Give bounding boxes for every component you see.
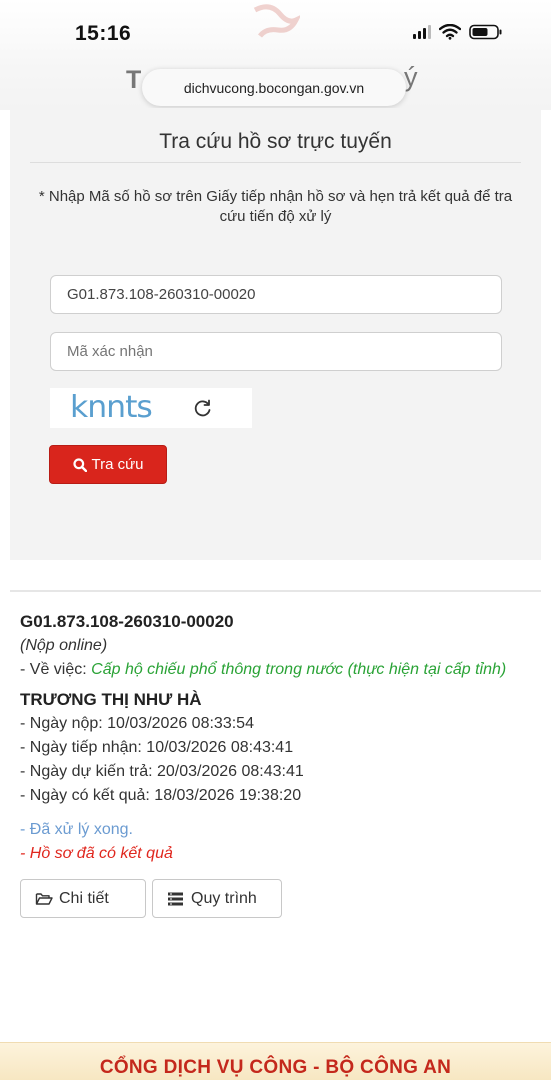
search-button[interactable]: Tra cứu	[49, 445, 167, 484]
date-line: - Ngày dự kiến trả: 20/03/2026 08:43:41	[20, 763, 304, 780]
folder-open-icon	[35, 892, 53, 905]
battery-icon	[469, 24, 502, 40]
status-icons	[413, 24, 503, 40]
wifi-icon	[439, 24, 461, 40]
status-time: 15:16	[75, 22, 132, 45]
background-page-title-fragment: T	[126, 66, 142, 94]
url-bar[interactable]: dichvucong.bocongan.gov.vn	[142, 69, 406, 106]
section-divider	[10, 590, 541, 592]
divider	[30, 162, 521, 163]
captcha-input[interactable]	[50, 332, 502, 371]
subject-line: - Về việc: Cấp hộ chiếu phổ thông trong …	[20, 658, 540, 682]
page: 15:16 T ý dichvucong.bocongan.gov.vn Tra	[0, 0, 551, 1080]
subject-label: - Về việc:	[20, 661, 92, 678]
detail-button-label: Chi tiết	[59, 889, 109, 907]
list-icon	[168, 892, 183, 905]
captcha-text: knnts	[70, 390, 153, 425]
result-panel: G01.873.108-260310-00020 (Nộp online) - …	[20, 610, 540, 918]
search-card: Tra cứu hồ sơ trực tuyến * Nhập Mã số hồ…	[10, 108, 541, 560]
signal-icon	[413, 25, 431, 39]
footer-title: CỔNG DỊCH VỤ CÔNG - BỘ CÔNG AN	[99, 1057, 452, 1078]
subject-value: Cấp hộ chiếu phổ thông trong nước (thực …	[91, 661, 507, 678]
date-line: - Ngày nộp: 10/03/2026 08:33:54	[20, 715, 254, 732]
result-actions: Chi tiết Quy trình	[20, 879, 540, 918]
footer-banner: CỔNG DỊCH VỤ CÔNG - BỘ CÔNG AN	[0, 1042, 551, 1080]
date-line: - Ngày có kết quả: 18/03/2026 19:38:20	[20, 787, 302, 804]
case-code-input[interactable]	[50, 275, 502, 314]
result-case-code: G01.873.108-260310-00020	[20, 612, 234, 631]
emblem-icon	[253, 4, 300, 38]
status-result: - Hồ sơ đã có kết quả	[20, 845, 173, 862]
url-text: dichvucong.bocongan.gov.vn	[183, 79, 365, 96]
refresh-icon[interactable]	[193, 398, 213, 418]
process-button-label: Quy trình	[191, 889, 257, 907]
submission-type: (Nộp online)	[20, 637, 108, 654]
background-page-title-fragment-end: ý	[404, 62, 418, 92]
search-icon	[72, 457, 87, 472]
status-processed: - Đã xử lý xong.	[20, 821, 133, 838]
detail-button[interactable]: Chi tiết	[20, 879, 146, 918]
search-button-label: Tra cứu	[91, 456, 144, 473]
process-button[interactable]: Quy trình	[152, 879, 282, 918]
date-line: - Ngày tiếp nhận: 10/03/2026 08:43:41	[20, 739, 294, 756]
applicant-name: TRƯƠNG THỊ NHƯ HÀ	[20, 690, 202, 709]
top-area: 15:16 T ý dichvucong.bocongan.gov.vn	[0, 0, 551, 110]
captcha-image: knnts	[50, 388, 252, 428]
search-instructions: * Nhập Mã số hồ sơ trên Giấy tiếp nhận h…	[38, 188, 513, 225]
search-card-title: Tra cứu hồ sơ trực tuyến	[159, 130, 392, 153]
